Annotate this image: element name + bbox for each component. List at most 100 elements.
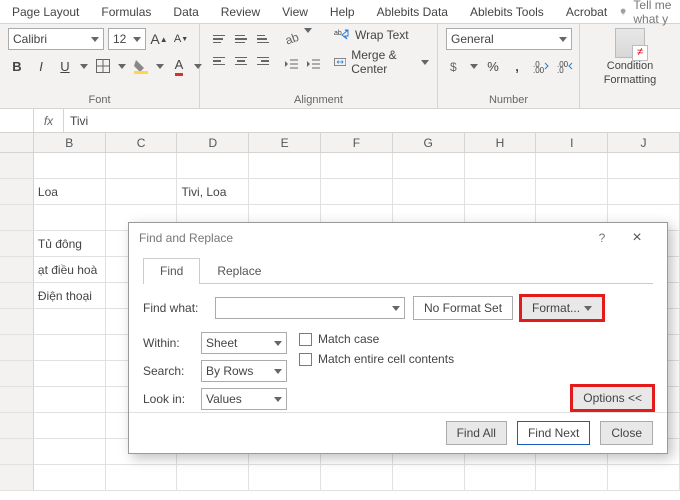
cell[interactable]: Loa	[34, 179, 106, 204]
cell[interactable]	[536, 153, 608, 178]
cell[interactable]: Tủ đông	[34, 231, 106, 256]
cell[interactable]	[177, 153, 249, 178]
cell[interactable]	[393, 179, 465, 204]
row-header[interactable]	[0, 153, 34, 178]
col-header[interactable]: J	[608, 133, 680, 152]
font-size-combo[interactable]: 12	[108, 28, 146, 50]
tab-page-layout[interactable]: Page Layout	[2, 2, 89, 22]
close-icon[interactable]: ×	[617, 229, 657, 247]
row-header[interactable]	[0, 439, 34, 464]
chevron-down-icon[interactable]	[118, 64, 126, 69]
row-header[interactable]	[0, 387, 34, 412]
decrease-font-icon[interactable]: A▼	[172, 29, 190, 49]
align-left-icon[interactable]	[209, 51, 229, 71]
cell[interactable]	[34, 205, 106, 230]
cell[interactable]	[34, 413, 106, 438]
chevron-down-icon[interactable]	[470, 64, 478, 69]
cell[interactable]	[249, 465, 321, 490]
cell[interactable]	[465, 465, 537, 490]
col-header[interactable]: G	[393, 133, 465, 152]
row-header[interactable]	[0, 465, 34, 490]
bold-button[interactable]: B	[8, 56, 26, 76]
col-header[interactable]: I	[536, 133, 608, 152]
cell[interactable]	[34, 465, 106, 490]
cell[interactable]	[465, 153, 537, 178]
close-button[interactable]: Close	[600, 421, 653, 445]
increase-decimal-icon[interactable]: .0.00	[532, 56, 550, 76]
align-bottom-icon[interactable]	[253, 29, 273, 49]
find-what-input[interactable]	[215, 297, 405, 319]
cell[interactable]	[321, 179, 393, 204]
cell[interactable]	[608, 465, 680, 490]
number-format-combo[interactable]: General	[446, 28, 572, 50]
cell[interactable]	[34, 387, 106, 412]
cell[interactable]	[34, 153, 106, 178]
cell[interactable]	[536, 179, 608, 204]
chevron-down-icon[interactable]	[80, 64, 88, 69]
decrease-decimal-icon[interactable]: .00.0	[556, 56, 574, 76]
font-color-icon[interactable]: A	[170, 56, 188, 76]
tab-data[interactable]: Data	[163, 2, 208, 22]
orientation-icon[interactable]: ab	[282, 28, 300, 48]
formula-input[interactable]: Tivi	[64, 109, 680, 133]
match-case-checkbox[interactable]: Match case	[299, 332, 454, 346]
tab-find[interactable]: Find	[143, 258, 200, 284]
tab-review[interactable]: Review	[211, 2, 270, 22]
col-header[interactable]: F	[321, 133, 393, 152]
cell[interactable]	[34, 361, 106, 386]
cell[interactable]	[608, 153, 680, 178]
row-header[interactable]	[0, 335, 34, 360]
cell[interactable]	[536, 465, 608, 490]
col-header[interactable]: E	[249, 133, 321, 152]
cell[interactable]	[249, 179, 321, 204]
increase-font-icon[interactable]: A▲	[150, 29, 168, 49]
comma-format-icon[interactable]: ,	[508, 56, 526, 76]
increase-indent-icon[interactable]	[304, 54, 322, 74]
cell[interactable]	[106, 179, 178, 204]
row-header[interactable]	[0, 309, 34, 334]
row-header[interactable]	[0, 283, 34, 308]
cell[interactable]	[34, 439, 106, 464]
cell[interactable]	[106, 153, 178, 178]
tab-replace[interactable]: Replace	[200, 258, 278, 284]
fill-color-icon[interactable]	[132, 56, 150, 76]
row-header[interactable]	[0, 231, 34, 256]
cell[interactable]	[321, 153, 393, 178]
lookin-combo[interactable]: Values	[201, 388, 287, 410]
align-middle-icon[interactable]	[231, 29, 251, 49]
cell[interactable]	[393, 153, 465, 178]
col-header[interactable]: C	[106, 133, 178, 152]
chevron-down-icon[interactable]	[304, 28, 312, 33]
find-all-button[interactable]: Find All	[446, 421, 507, 445]
chevron-down-icon[interactable]	[156, 64, 164, 69]
cell[interactable]	[34, 309, 106, 334]
select-all-corner[interactable]	[0, 133, 34, 152]
wrap-text-button[interactable]: ab Wrap Text	[334, 28, 429, 42]
within-combo[interactable]: Sheet	[201, 332, 287, 354]
decrease-indent-icon[interactable]	[282, 54, 300, 74]
cell[interactable]	[465, 179, 537, 204]
find-next-button[interactable]: Find Next	[517, 421, 590, 445]
row-header[interactable]	[0, 413, 34, 438]
tab-formulas[interactable]: Formulas	[91, 2, 161, 22]
match-entire-checkbox[interactable]: Match entire cell contents	[299, 352, 454, 366]
tab-view[interactable]: View	[272, 2, 318, 22]
underline-button[interactable]: U	[56, 56, 74, 76]
align-center-icon[interactable]	[231, 51, 251, 71]
cell[interactable]	[321, 465, 393, 490]
borders-icon[interactable]	[94, 56, 112, 76]
row-header[interactable]	[0, 179, 34, 204]
dialog-titlebar[interactable]: Find and Replace ? ×	[129, 223, 667, 253]
name-box[interactable]	[0, 109, 34, 132]
accounting-format-icon[interactable]: $	[446, 56, 464, 76]
row-header[interactable]	[0, 361, 34, 386]
align-top-icon[interactable]	[209, 29, 229, 49]
cell[interactable]	[249, 153, 321, 178]
tab-help[interactable]: Help	[320, 2, 365, 22]
cell[interactable]	[177, 465, 249, 490]
fx-icon[interactable]: fx	[34, 109, 64, 132]
row-header[interactable]	[0, 205, 34, 230]
no-format-set-button[interactable]: No Format Set	[413, 296, 513, 320]
col-header[interactable]: H	[465, 133, 537, 152]
cell[interactable]: Tivi, Loa	[177, 179, 249, 204]
